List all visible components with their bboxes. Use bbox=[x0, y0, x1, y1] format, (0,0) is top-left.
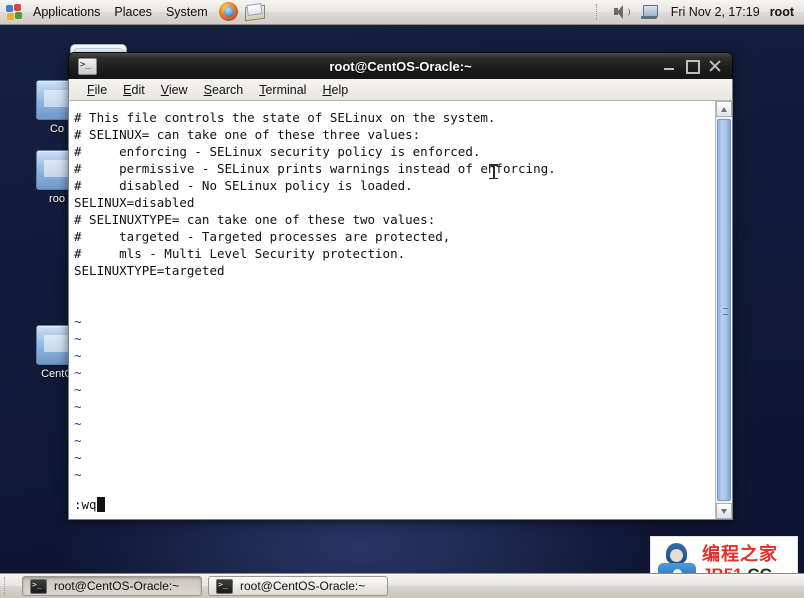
menubar-accel: F bbox=[87, 82, 95, 97]
menubar-item-edit[interactable]: Edit bbox=[115, 81, 153, 99]
terminal-window[interactable]: root@CentOS-Oracle:~ File Edit View Sear… bbox=[68, 52, 733, 520]
maximize-icon[interactable] bbox=[685, 59, 700, 74]
vi-empty-line: ~ bbox=[74, 348, 82, 363]
menubar-label: dit bbox=[131, 82, 145, 97]
menubar-label: elp bbox=[331, 82, 349, 97]
terminal-scrollbar[interactable] bbox=[715, 101, 732, 519]
scrollbar-thumb[interactable] bbox=[717, 119, 731, 501]
scroll-up-icon[interactable] bbox=[716, 101, 732, 117]
terminal-icon bbox=[30, 577, 47, 594]
vi-empty-line: ~ bbox=[74, 382, 82, 397]
terminal-icon bbox=[216, 577, 233, 594]
window-controls bbox=[662, 59, 732, 74]
vi-empty-line: ~ bbox=[74, 314, 82, 329]
task-terminal-1[interactable]: root@CentOS-Oracle:~ bbox=[22, 576, 202, 596]
menubar: File Edit View Search Terminal Help bbox=[68, 79, 733, 101]
vi-empty-line: ~ bbox=[74, 433, 82, 448]
terminal-text: # This file controls the state of SELinu… bbox=[74, 109, 715, 483]
menubar-label: ile bbox=[94, 82, 108, 97]
firefox-icon[interactable] bbox=[218, 1, 240, 23]
bottom-panel: root@CentOS-Oracle:~ root@CentOS-Oracle:… bbox=[0, 573, 804, 598]
minimize-icon[interactable] bbox=[662, 59, 676, 73]
vi-command-text: :wq bbox=[74, 497, 97, 512]
terminal-line: # mls - Multi Level Security protection. bbox=[74, 246, 406, 261]
menubar-accel: V bbox=[160, 82, 169, 97]
terminal-line: # permissive - SELinux prints warnings i… bbox=[74, 161, 556, 176]
terminal-line: SELINUX=disabled bbox=[74, 195, 195, 210]
window-title: root@CentOS-Oracle:~ bbox=[329, 58, 472, 74]
terminal-line: # disabled - No SELinux policy is loaded… bbox=[74, 178, 413, 193]
task-label: root@CentOS-Oracle:~ bbox=[240, 579, 366, 593]
menu-applications[interactable]: Applications bbox=[26, 2, 107, 22]
block-cursor bbox=[96, 497, 105, 512]
watermark-cn: 编程之家 bbox=[702, 543, 778, 565]
scrollbar-track[interactable] bbox=[716, 117, 732, 503]
menubar-item-help[interactable]: Help bbox=[314, 81, 356, 99]
vi-empty-line: ~ bbox=[74, 467, 82, 482]
terminal-line: # targeted - Targeted processes are prot… bbox=[74, 229, 451, 244]
vi-empty-line: ~ bbox=[74, 416, 82, 431]
menubar-accel: H bbox=[322, 82, 332, 97]
vi-empty-line: ~ bbox=[74, 365, 82, 380]
close-icon[interactable] bbox=[708, 59, 722, 73]
terminal-line: # SELINUXTYPE= can take one of these two… bbox=[74, 212, 436, 227]
display-icon[interactable] bbox=[638, 2, 660, 22]
menubar-accel: S bbox=[203, 82, 212, 97]
menubar-label: erminal bbox=[265, 82, 307, 97]
panel-separator bbox=[595, 4, 599, 20]
vi-empty-line: ~ bbox=[74, 450, 82, 465]
clock[interactable]: Fri Nov 2, 17:19 bbox=[671, 5, 760, 19]
menubar-accel: E bbox=[123, 82, 132, 97]
volume-icon[interactable] bbox=[610, 2, 632, 22]
terminal-icon bbox=[78, 57, 97, 75]
menu-system[interactable]: System bbox=[159, 2, 215, 22]
show-desktop-button[interactable] bbox=[4, 577, 17, 595]
task-terminal-2[interactable]: root@CentOS-Oracle:~ bbox=[208, 576, 388, 596]
scroll-down-icon[interactable] bbox=[716, 503, 732, 519]
gnome-foot-icon bbox=[4, 2, 24, 22]
user-menu[interactable]: root bbox=[770, 5, 794, 19]
vi-empty-line: ~ bbox=[74, 399, 82, 414]
menubar-label: earch bbox=[211, 82, 244, 97]
terminal-line: SELINUXTYPE=targeted bbox=[74, 263, 225, 278]
terminal-line: # This file controls the state of SELinu… bbox=[74, 110, 496, 125]
mail-icon[interactable] bbox=[243, 1, 265, 23]
menubar-item-file[interactable]: File bbox=[79, 81, 115, 99]
menubar-item-terminal[interactable]: Terminal bbox=[251, 81, 314, 99]
terminal-screen[interactable]: # This file controls the state of SELinu… bbox=[69, 101, 715, 519]
window-titlebar[interactable]: root@CentOS-Oracle:~ bbox=[68, 52, 733, 79]
menubar-label: iew bbox=[168, 82, 188, 97]
menubar-item-view[interactable]: View bbox=[153, 81, 196, 99]
terminal-line: # enforcing - SELinux security policy is… bbox=[74, 144, 481, 159]
menubar-item-search[interactable]: Search bbox=[196, 81, 252, 99]
vi-empty-line: ~ bbox=[74, 331, 82, 346]
terminal-line: # SELINUX= can take one of these three v… bbox=[74, 127, 421, 142]
menu-places[interactable]: Places bbox=[107, 2, 159, 22]
top-panel: Applications Places System Fri Nov 2, 17… bbox=[0, 0, 804, 25]
terminal-body: # This file controls the state of SELinu… bbox=[68, 101, 733, 520]
vi-command-line: :wq bbox=[74, 497, 105, 513]
task-label: root@CentOS-Oracle:~ bbox=[54, 579, 180, 593]
